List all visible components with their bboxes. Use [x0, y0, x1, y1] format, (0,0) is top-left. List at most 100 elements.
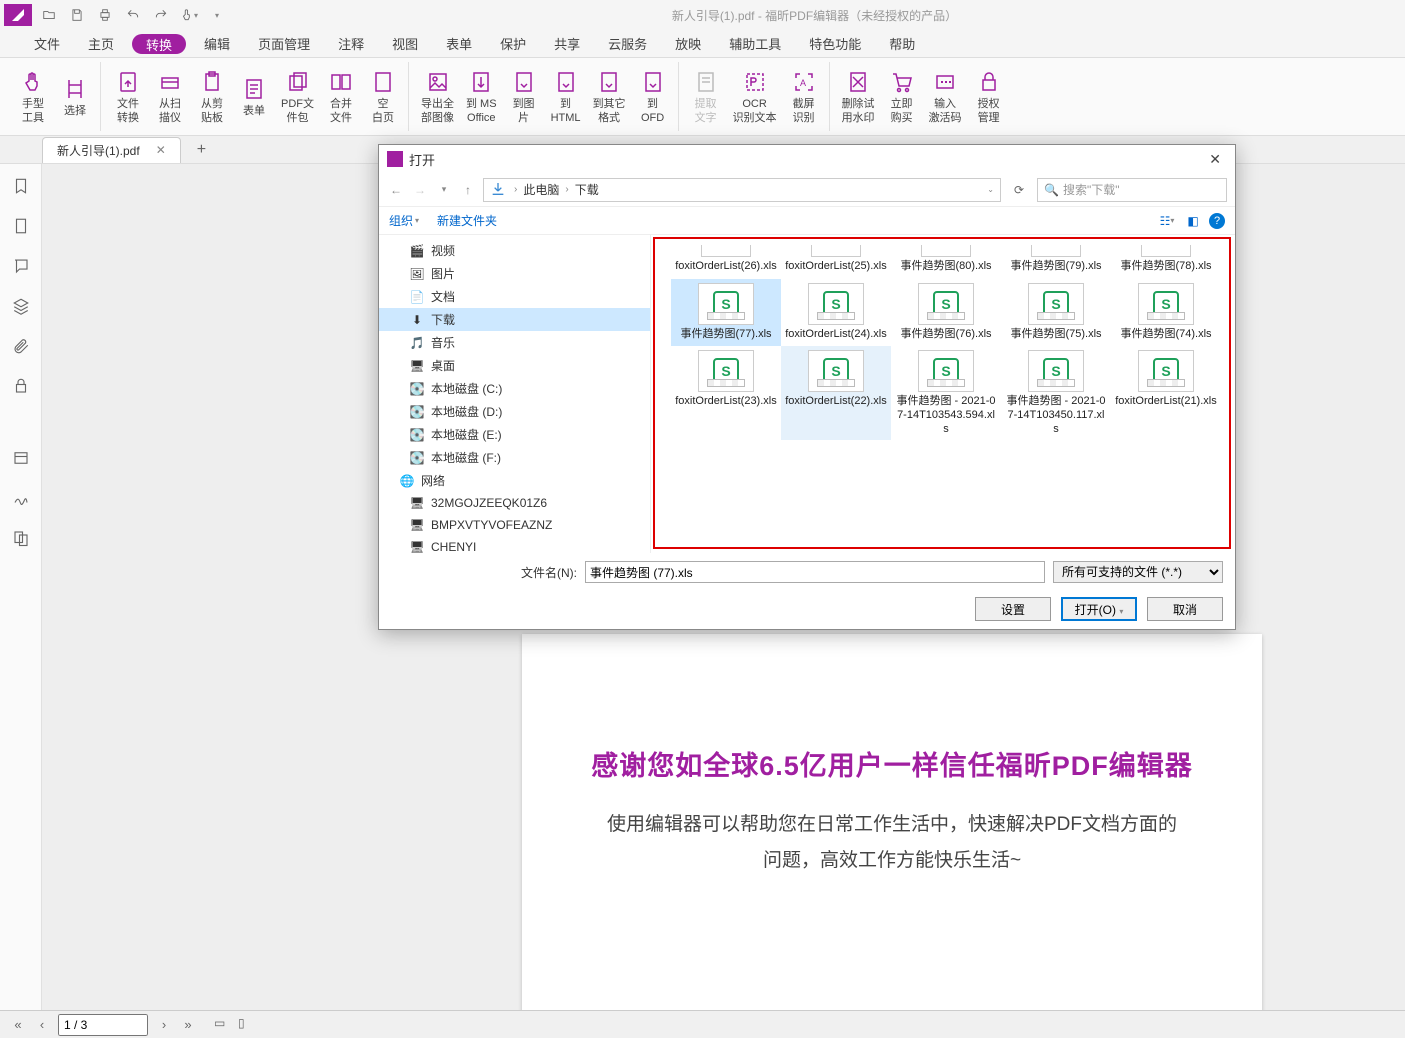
help-icon[interactable]: ?	[1209, 213, 1225, 229]
pages-icon[interactable]	[7, 212, 35, 240]
menu-help[interactable]: 帮助	[875, 30, 929, 57]
file-item[interactable]: S事件趋势图(76).xls	[891, 279, 1001, 345]
tree-item[interactable]: 🖼图片	[379, 262, 650, 285]
screenshot-ocr-button[interactable]: A截屏 识别	[785, 62, 823, 131]
menu-play[interactable]: 放映	[661, 30, 715, 57]
menu-protect[interactable]: 保护	[486, 30, 540, 57]
page-number-input[interactable]	[58, 1014, 148, 1036]
fields-icon[interactable]	[7, 444, 35, 472]
redo-icon[interactable]	[150, 4, 172, 26]
activate-button[interactable]: 输入 激活码	[925, 62, 966, 131]
comments-icon[interactable]	[7, 252, 35, 280]
nav-up-icon[interactable]: ↑	[459, 183, 477, 197]
fit-width-icon[interactable]: ▭	[214, 1016, 232, 1034]
to-image-button[interactable]: 到图 片	[505, 62, 543, 131]
export-images-button[interactable]: 导出全 部图像	[417, 62, 458, 131]
breadcrumb[interactable]: › 此电脑 › 下载 ⌄	[483, 178, 1001, 202]
to-other-button[interactable]: 到其它 格式	[589, 62, 630, 131]
open-button[interactable]: 打开(O) ▾	[1061, 597, 1137, 621]
tree-item[interactable]: 🎵音乐	[379, 331, 650, 354]
cancel-button[interactable]: 取消	[1147, 597, 1223, 621]
file-convert-button[interactable]: 文件 转换	[109, 62, 147, 131]
crumb-pc[interactable]: 此电脑	[523, 181, 559, 198]
tree-item[interactable]: 🖥桌面	[379, 354, 650, 377]
last-page-icon[interactable]: »	[180, 1017, 196, 1032]
menu-share[interactable]: 共享	[540, 30, 594, 57]
file-item[interactable]: SfoxitOrderList(23).xls	[671, 346, 781, 441]
tree-item[interactable]: 💽本地磁盘 (E:)	[379, 423, 650, 446]
to-ofd-button[interactable]: 到 OFD	[634, 62, 672, 131]
bookmark-icon[interactable]	[7, 172, 35, 200]
scanner-convert-button[interactable]: 从扫 描仪	[151, 62, 189, 131]
file-item[interactable]: SfoxitOrderList(22).xls	[781, 346, 891, 441]
undo-icon[interactable]	[122, 4, 144, 26]
layers-icon[interactable]	[7, 292, 35, 320]
to-msoffice-button[interactable]: 到 MS Office	[462, 62, 501, 131]
filetype-filter[interactable]: 所有可支持的文件 (*.*)	[1053, 561, 1223, 583]
new-folder-button[interactable]: 新建文件夹	[437, 212, 497, 229]
file-item[interactable]: 事件趋势图(80).xls	[891, 241, 1001, 277]
remove-watermark-button[interactable]: 删除试 用水印	[838, 62, 879, 131]
tree-item[interactable]: 🖥CHENYI	[379, 536, 650, 553]
close-tab-icon[interactable]: ✕	[156, 143, 166, 157]
pdf-package-button[interactable]: PDF文 件包	[277, 62, 318, 131]
fit-page-icon[interactable]: ▯	[238, 1016, 256, 1034]
ocr-text-button[interactable]: OCR 识别文本	[729, 62, 781, 131]
attachments-icon[interactable]	[7, 332, 35, 360]
merge-button[interactable]: 合并 文件	[322, 62, 360, 131]
hand-tool-button[interactable]: 手型 工具	[14, 62, 52, 131]
file-item[interactable]: foxitOrderList(26).xls	[671, 241, 781, 277]
tree-item[interactable]: 📄文档	[379, 285, 650, 308]
preview-pane-icon[interactable]: ◧	[1183, 212, 1203, 230]
new-tab-button[interactable]: +	[191, 141, 212, 159]
tree-item[interactable]: 💽本地磁盘 (F:)	[379, 446, 650, 469]
menu-special[interactable]: 特色功能	[795, 30, 875, 57]
file-item[interactable]: SfoxitOrderList(21).xls	[1111, 346, 1221, 441]
menu-home[interactable]: 主页	[74, 30, 128, 57]
menu-accessibility[interactable]: 辅助工具	[715, 30, 795, 57]
next-page-icon[interactable]: ›	[156, 1017, 172, 1032]
menu-convert[interactable]: 转换	[132, 34, 186, 54]
file-item[interactable]: S事件趋势图(74).xls	[1111, 279, 1221, 345]
tree-item[interactable]: 🌐网络	[379, 469, 650, 492]
duplicate-icon[interactable]	[7, 524, 35, 552]
menu-comment[interactable]: 注释	[324, 30, 378, 57]
document-tab[interactable]: 新人引导(1).pdf ✕	[42, 137, 181, 163]
buy-button[interactable]: 立即 购买	[883, 62, 921, 131]
file-item[interactable]: 事件趋势图(78).xls	[1111, 241, 1221, 277]
file-item[interactable]: S事件趋势图 - 2021-07-14T103543.594.xls	[891, 346, 1001, 441]
crumb-downloads[interactable]: 下载	[575, 181, 599, 198]
print-icon[interactable]	[94, 4, 116, 26]
nav-back-icon[interactable]: ←	[387, 183, 405, 197]
view-mode-icon[interactable]: ☷ ▾	[1157, 212, 1177, 230]
select-button[interactable]: 选择	[56, 62, 94, 131]
menu-page[interactable]: 页面管理	[244, 30, 324, 57]
form-button[interactable]: 表单	[235, 62, 273, 131]
security-icon[interactable]	[7, 372, 35, 400]
menu-form[interactable]: 表单	[432, 30, 486, 57]
nav-forward-icon[interactable]: →	[411, 183, 429, 197]
dialog-search-input[interactable]: 🔍 搜索"下载"	[1037, 178, 1227, 202]
file-item[interactable]: 事件趋势图(79).xls	[1001, 241, 1111, 277]
blank-page-button[interactable]: 空 白页	[364, 62, 402, 131]
menu-cloud[interactable]: 云服务	[594, 30, 661, 57]
nav-recent-icon[interactable]: ▾	[435, 184, 453, 195]
clipboard-convert-button[interactable]: 从剪 贴板	[193, 62, 231, 131]
file-item[interactable]: S事件趋势图(75).xls	[1001, 279, 1111, 345]
menu-edit[interactable]: 编辑	[190, 30, 244, 57]
first-page-icon[interactable]: «	[10, 1017, 26, 1032]
auth-button[interactable]: 授权 管理	[970, 62, 1008, 131]
settings-button[interactable]: 设置	[975, 597, 1051, 621]
tree-item[interactable]: ⬇下载	[379, 308, 650, 331]
to-html-button[interactable]: 到 HTML	[547, 62, 585, 131]
tree-item[interactable]: 💽本地磁盘 (C:)	[379, 377, 650, 400]
dialog-close-icon[interactable]: ✕	[1203, 151, 1227, 168]
file-item[interactable]: foxitOrderList(25).xls	[781, 241, 891, 277]
file-item[interactable]: S事件趋势图(77).xls	[671, 279, 781, 345]
tree-item[interactable]: 🖥32MGOJZEEQK01Z6	[379, 492, 650, 514]
open-icon[interactable]	[38, 4, 60, 26]
filename-input[interactable]	[585, 561, 1045, 583]
tree-item[interactable]: 🎬视频	[379, 239, 650, 262]
menu-view[interactable]: 视图	[378, 30, 432, 57]
save-icon[interactable]	[66, 4, 88, 26]
